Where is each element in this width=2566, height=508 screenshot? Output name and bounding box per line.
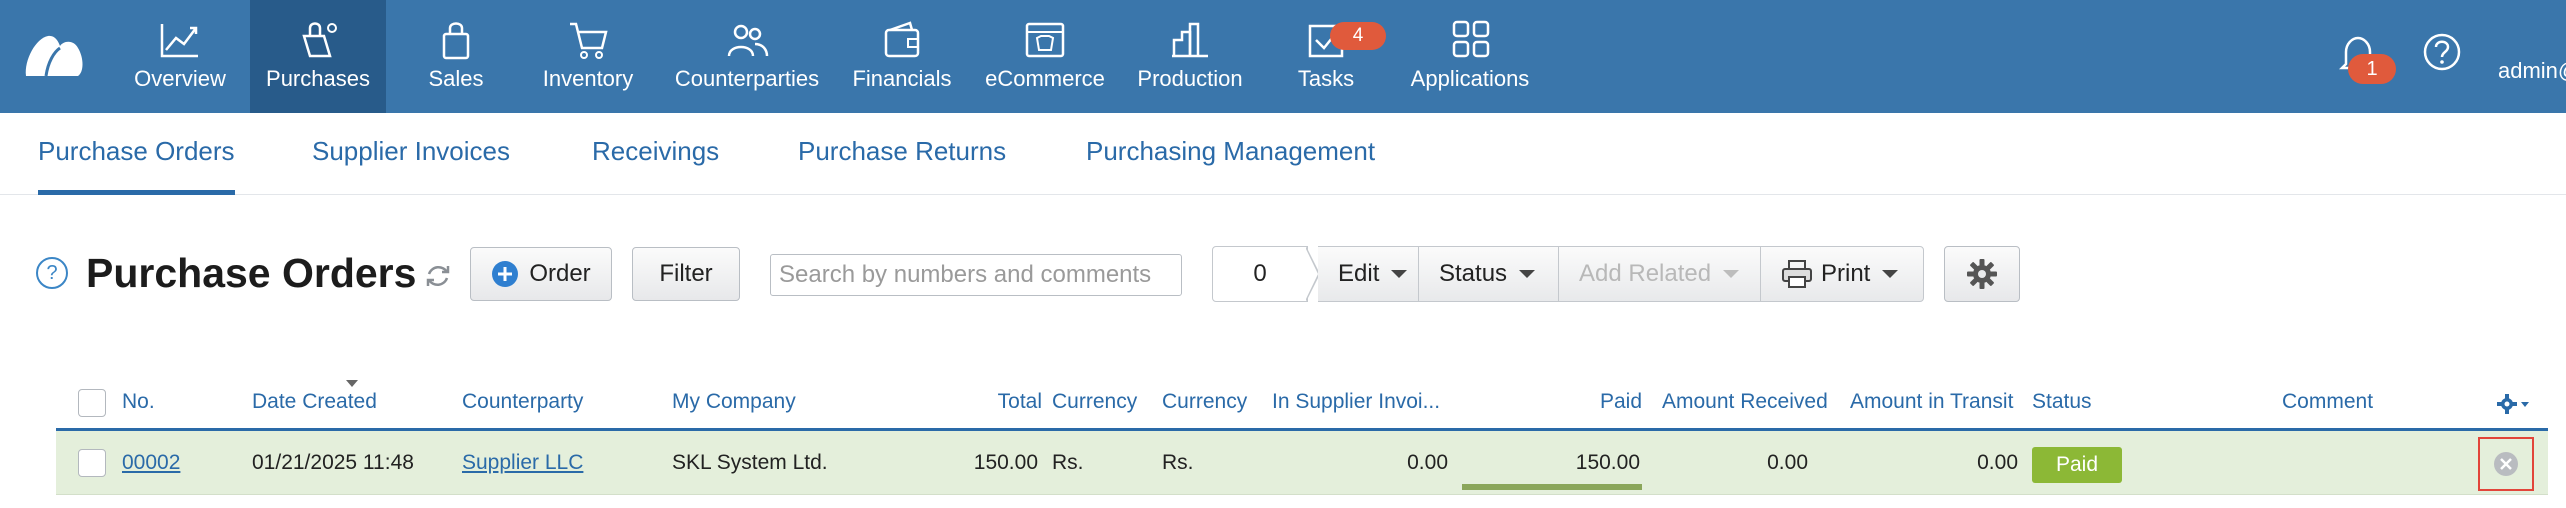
- nav-inventory-label: Inventory: [542, 66, 634, 91]
- top-navigation-bar: Overview Purchases Sales Inventory Count…: [0, 0, 2566, 113]
- settings-button[interactable]: [1944, 246, 2020, 302]
- column-header-amount-in-transit[interactable]: Amount in Transit: [1850, 390, 2013, 414]
- column-header-total[interactable]: Total: [940, 390, 1042, 414]
- nav-financials-label: Financials: [852, 66, 952, 91]
- page-title: Purchase Orders: [86, 250, 417, 296]
- cell-currency: Rs.: [1052, 451, 1084, 474]
- printer-icon: [1782, 260, 1812, 288]
- cell-currency-2: Rs.: [1162, 451, 1194, 474]
- help-icon[interactable]: [2422, 32, 2462, 72]
- cell-my-company: SKL System Ltd.: [672, 451, 828, 474]
- factory-icon: [1172, 22, 1208, 58]
- sort-desc-icon: [346, 380, 358, 387]
- nav-applications[interactable]: Applications: [1406, 0, 1534, 113]
- column-header-currency[interactable]: Currency: [1052, 390, 1137, 414]
- add-order-label: Order: [529, 260, 591, 287]
- chevron-down-icon: [1391, 270, 1408, 278]
- print-dropdown[interactable]: Print: [1760, 246, 1924, 302]
- column-header-counterparty[interactable]: Counterparty: [462, 390, 583, 414]
- table-row[interactable]: [56, 431, 2548, 495]
- column-header-my-company[interactable]: My Company: [672, 390, 796, 414]
- cell-amount-received: 0.00: [1767, 451, 1808, 474]
- chevron-down-icon: [1882, 270, 1899, 278]
- storefront-icon: [1025, 22, 1065, 58]
- handbag-icon: [442, 22, 470, 60]
- nav-tasks[interactable]: Tasks: [1290, 0, 1362, 113]
- chart-line-icon: [160, 24, 198, 58]
- tab-purchasing-management[interactable]: Purchasing Management: [1086, 113, 1375, 195]
- nav-applications-label: Applications: [1410, 66, 1530, 91]
- paid-progress-bar: [1462, 484, 1642, 490]
- cell-total: 150.00: [973, 451, 1038, 474]
- nav-sales-label: Sales: [428, 66, 484, 91]
- status-dropdown[interactable]: Status: [1418, 246, 1558, 302]
- row-checkbox[interactable]: [78, 449, 106, 477]
- notifications-badge: 1: [2348, 54, 2396, 84]
- user-menu[interactable]: admin@: [2498, 58, 2566, 84]
- counterparty-link[interactable]: Supplier LLC: [462, 451, 583, 475]
- status-label: Status: [1439, 260, 1508, 287]
- nav-overview[interactable]: Overview: [124, 0, 236, 113]
- chevron-down-icon: [1519, 270, 1536, 278]
- order-number-link[interactable]: 00002: [122, 451, 180, 475]
- column-header-amount-received[interactable]: Amount Received: [1662, 390, 1828, 414]
- plus-circle-icon: [492, 261, 519, 287]
- nav-overview-label: Overview: [134, 66, 226, 91]
- edit-label: Edit: [1338, 260, 1380, 287]
- refresh-icon[interactable]: [424, 262, 452, 290]
- nav-tasks-label: Tasks: [1297, 66, 1355, 91]
- column-header-paid[interactable]: Paid: [1500, 390, 1642, 414]
- cell-in-supplier-invoices: 0.00: [1407, 451, 1448, 474]
- add-order-button[interactable]: Order: [470, 247, 612, 301]
- people-icon: [727, 24, 769, 57]
- add-related-label: Add Related: [1579, 260, 1712, 287]
- tab-receivings[interactable]: Receivings: [592, 113, 719, 195]
- selected-count-arrow-inner: [1305, 247, 1318, 301]
- tab-supplier-invoices[interactable]: Supplier Invoices: [312, 113, 510, 195]
- cart-icon: [570, 22, 608, 59]
- nav-ecommerce[interactable]: eCommerce: [980, 0, 1110, 113]
- add-related-dropdown[interactable]: Add Related: [1558, 246, 1760, 302]
- tab-purchase-returns[interactable]: Purchase Returns: [798, 113, 1006, 195]
- filter-button[interactable]: Filter: [632, 247, 740, 301]
- remove-row-icon[interactable]: [2492, 450, 2520, 478]
- nav-inventory[interactable]: Inventory: [536, 0, 640, 113]
- nav-counterparties-label: Counterparties: [674, 66, 820, 91]
- edit-dropdown[interactable]: Edit: [1318, 246, 1418, 302]
- column-header-status[interactable]: Status: [2032, 390, 2092, 414]
- nav-counterparties[interactable]: Counterparties: [672, 0, 822, 113]
- nav-purchases-label: Purchases: [266, 66, 370, 91]
- nav-production[interactable]: Production: [1134, 0, 1246, 113]
- selected-count: 0: [1212, 246, 1308, 302]
- column-header-comment[interactable]: Comment: [2282, 390, 2373, 414]
- column-header-date-created[interactable]: Date Created: [252, 390, 377, 414]
- column-header-currency-2[interactable]: Currency: [1162, 390, 1247, 414]
- nav-production-label: Production: [1137, 66, 1243, 91]
- nav-purchases[interactable]: Purchases: [250, 0, 386, 113]
- select-all-checkbox[interactable]: [78, 389, 106, 417]
- shopping-bag-icon: [302, 22, 337, 58]
- cell-amount-in-transit: 0.00: [1977, 451, 2018, 474]
- cell-date-created: 01/21/2025 11:48: [252, 451, 414, 474]
- wallet-icon: [884, 21, 920, 58]
- app-logo-icon[interactable]: [22, 30, 88, 80]
- tab-purchase-orders[interactable]: Purchase Orders: [38, 113, 235, 195]
- column-header-in-supplier-invoices[interactable]: In Supplier Invoi...: [1272, 390, 1440, 414]
- sub-navigation: Purchase Orders Supplier Invoices Receiv…: [0, 113, 2566, 195]
- page-help-icon[interactable]: ?: [36, 257, 68, 289]
- nav-ecommerce-label: eCommerce: [985, 66, 1105, 91]
- column-settings-icon[interactable]: [2496, 392, 2532, 416]
- status-badge[interactable]: Paid: [2032, 447, 2122, 483]
- search-input[interactable]: [770, 254, 1182, 296]
- cell-paid: 150.00: [1575, 451, 1640, 474]
- column-header-no[interactable]: No.: [122, 390, 155, 414]
- print-label: Print: [1821, 260, 1871, 287]
- gear-icon: [1967, 259, 1997, 289]
- tasks-count-badge: 4: [1330, 22, 1386, 50]
- apps-grid-icon: [1452, 20, 1490, 58]
- nav-sales[interactable]: Sales: [406, 0, 506, 113]
- chevron-down-icon: [1723, 270, 1740, 278]
- nav-financials[interactable]: Financials: [850, 0, 954, 113]
